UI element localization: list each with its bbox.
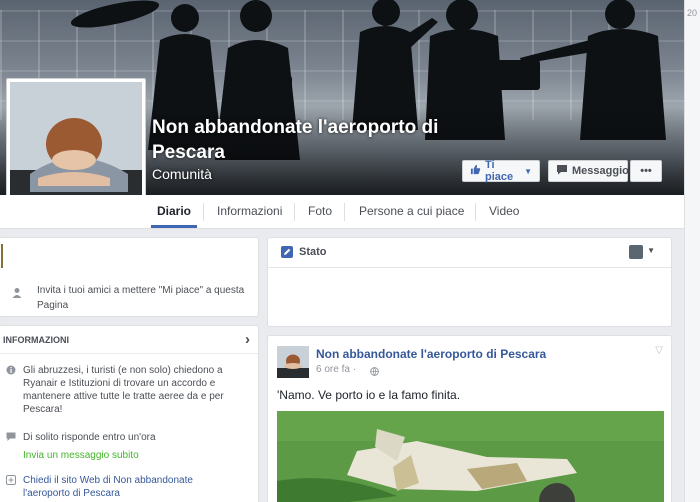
composer-tab-bar: Stato ▼ xyxy=(268,238,671,268)
chevron-down-icon[interactable]: ▽ xyxy=(655,345,663,356)
right-strip-text: 20 xyxy=(687,8,698,18)
tab-divider xyxy=(203,203,204,221)
invite-friends-prompt[interactable]: Invita i tuoi amici a mettere "Mi piace"… xyxy=(1,283,251,313)
post-author-name[interactable]: Non abbandonate l'aeroporto di Pescara xyxy=(316,347,546,361)
tab-divider xyxy=(294,203,295,221)
page-category: Comunità xyxy=(152,166,212,182)
invite-card: Invita i tuoi amici a mettere "Mi piace"… xyxy=(0,237,259,317)
tab-persone-a-cui-piace[interactable]: Persone a cui piace xyxy=(353,195,470,228)
website-request-text: Chiedi il sito Web di Non abbandonate l'… xyxy=(23,475,193,499)
tab-foto[interactable]: Foto xyxy=(302,195,338,228)
tab-divider xyxy=(344,203,345,221)
about-card: INFORMAZIONI › Gli abruzzesi, i turisti … xyxy=(0,325,259,502)
tab-video[interactable]: Video xyxy=(483,195,525,228)
website-request-link[interactable]: Chiedi il sito Web di Non abbandonate l'… xyxy=(0,474,249,500)
status-tab[interactable]: Stato xyxy=(299,246,327,258)
chevron-down-icon: ▼ xyxy=(524,166,532,176)
feed-post: Non abbandonate l'aeroporto di Pescara 6… xyxy=(267,335,672,502)
chat-bubble-icon xyxy=(6,432,16,446)
tab-divider xyxy=(475,203,476,221)
message-button-label: Messaggio xyxy=(572,165,629,177)
about-heading[interactable]: INFORMAZIONI › xyxy=(0,326,258,354)
page-description: Gli abruzzesi, i turisti (e non solo) ch… xyxy=(0,364,249,416)
chevron-right-icon: › xyxy=(245,331,250,348)
tab-informazioni[interactable]: Informazioni xyxy=(211,195,288,228)
chat-bubble-icon xyxy=(556,164,568,178)
like-button-label: Ti piace xyxy=(485,159,514,183)
tab-diario[interactable]: Diario xyxy=(151,195,198,228)
post-text: 'Namo. Ve porto io e la famo finita. xyxy=(277,388,461,402)
identity-avatar[interactable] xyxy=(629,245,643,259)
profile-picture-image xyxy=(10,82,142,212)
about-heading-label: INFORMAZIONI xyxy=(3,335,69,345)
page-tab-bar: Diario Informazioni Foto Persone a cui p… xyxy=(0,195,684,229)
status-input-area[interactable] xyxy=(268,269,671,327)
chevron-down-icon[interactable]: ▼ xyxy=(647,246,655,255)
right-sidebar-strip: 20 xyxy=(684,0,700,502)
post-timestamp[interactable]: 6 ore fa · xyxy=(316,364,356,375)
more-dots-icon: ••• xyxy=(640,165,652,177)
info-icon xyxy=(6,365,16,379)
response-time-text: Di solito risponde entro un'ora xyxy=(23,432,156,443)
person-icon xyxy=(11,287,23,304)
invite-text: Invita i tuoi amici a mettere "Mi piace"… xyxy=(37,285,245,311)
post-image[interactable] xyxy=(277,411,664,502)
card-edge-marker xyxy=(1,244,3,268)
page-description-text: Gli abruzzesi, i turisti (e non solo) ch… xyxy=(23,365,224,415)
post-composer: Stato ▼ xyxy=(267,237,672,327)
globe-icon xyxy=(6,475,16,489)
more-options-button[interactable]: ••• xyxy=(630,160,662,182)
message-button[interactable]: Messaggio xyxy=(548,160,629,182)
like-button[interactable]: Ti piace ▼ xyxy=(462,159,540,183)
post-author-avatar[interactable] xyxy=(277,346,309,378)
response-time: Di solito risponde entro un'ora Invia un… xyxy=(0,431,249,462)
send-message-link[interactable]: Invia un messaggio subito xyxy=(23,449,239,462)
globe-icon xyxy=(370,365,379,379)
thumbs-up-icon xyxy=(470,164,481,178)
page-title: Non abbandonate l'aeroporto di Pescara xyxy=(152,117,439,163)
pencil-icon xyxy=(281,246,293,261)
